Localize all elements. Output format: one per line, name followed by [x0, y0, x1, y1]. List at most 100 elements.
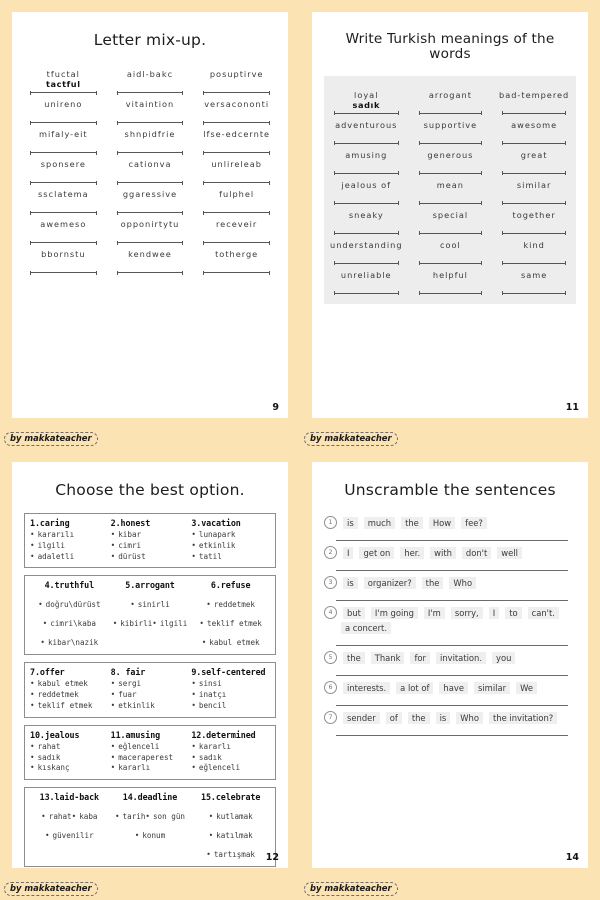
word-chip[interactable]: How: [428, 516, 456, 529]
answer-line[interactable]: [116, 270, 184, 275]
answer-line[interactable]: [30, 180, 97, 185]
option-item[interactable]: eğlenceli: [191, 763, 270, 774]
answer-line[interactable]: [116, 90, 184, 95]
answer-line[interactable]: [418, 111, 483, 116]
option-item[interactable]: rahat: [30, 742, 109, 753]
word-chip[interactable]: Thank: [370, 651, 405, 664]
answer-line[interactable]: [334, 141, 399, 146]
answer-line[interactable]: [203, 180, 270, 185]
word-chip[interactable]: interests.: [343, 681, 391, 694]
answer-text[interactable]: [26, 109, 101, 120]
word-chip[interactable]: a concert.: [341, 622, 391, 635]
answer-text[interactable]: [26, 139, 101, 150]
word-chip[interactable]: of: [385, 711, 402, 724]
word-chip[interactable]: the: [401, 516, 423, 529]
answer-text[interactable]: [26, 199, 101, 210]
answer-line[interactable]: [203, 270, 270, 275]
word-chip[interactable]: don't: [461, 546, 492, 559]
answer-text[interactable]: sadık: [330, 100, 403, 111]
word-chip[interactable]: fee?: [461, 516, 487, 529]
word-chip[interactable]: invitation.: [435, 651, 487, 664]
answer-text[interactable]: [199, 199, 274, 210]
answer-text[interactable]: [415, 160, 487, 171]
word-chip[interactable]: is: [343, 576, 358, 589]
answer-line[interactable]: [336, 600, 568, 602]
option-item[interactable]: güvenilir: [45, 831, 94, 842]
answer-line[interactable]: [418, 171, 483, 176]
answer-line[interactable]: [502, 111, 566, 116]
answer-text[interactable]: [199, 139, 274, 150]
answer-line[interactable]: [334, 111, 399, 116]
word-chip[interactable]: to: [505, 606, 522, 619]
answer-text[interactable]: [26, 259, 101, 270]
word-chip[interactable]: can't.: [527, 606, 559, 619]
answer-line[interactable]: [336, 735, 568, 737]
option-item[interactable]: etkinlik: [191, 541, 270, 552]
word-chip[interactable]: have: [439, 681, 468, 694]
answer-text[interactable]: [330, 160, 403, 171]
option-item[interactable]: dürüst: [111, 552, 190, 563]
answer-line[interactable]: [336, 705, 568, 707]
answer-line[interactable]: [418, 201, 483, 206]
answer-line[interactable]: [336, 675, 568, 677]
answer-line[interactable]: [30, 270, 97, 275]
word-chip[interactable]: well: [497, 546, 522, 559]
answer-line[interactable]: [502, 261, 566, 266]
option-item[interactable]: adaletli: [30, 552, 109, 563]
option-item[interactable]: kibar: [111, 530, 190, 541]
word-chip[interactable]: Who: [449, 576, 477, 589]
answer-line[interactable]: [502, 171, 566, 176]
word-chip[interactable]: We: [516, 681, 538, 694]
word-chip[interactable]: Who: [456, 711, 483, 724]
word-chip[interactable]: I: [343, 546, 354, 559]
option-item[interactable]: cimri: [111, 541, 190, 552]
option-item[interactable]: kararılı: [30, 530, 109, 541]
word-chip[interactable]: sender: [343, 711, 380, 724]
option-item[interactable]: rahat: [41, 812, 72, 823]
option-item[interactable]: sinirli: [130, 600, 170, 611]
option-item[interactable]: sergi: [111, 679, 190, 690]
word-chip[interactable]: you: [492, 651, 516, 664]
word-chip[interactable]: is: [435, 711, 451, 724]
word-chip[interactable]: but: [343, 606, 365, 619]
word-chip[interactable]: organizer?: [363, 576, 416, 589]
answer-text[interactable]: [199, 259, 274, 270]
option-item[interactable]: bencil: [191, 701, 270, 712]
word-chip[interactable]: the: [343, 651, 365, 664]
option-item[interactable]: sinsi: [191, 679, 270, 690]
answer-line[interactable]: [418, 261, 483, 266]
option-item[interactable]: tartışmak: [206, 850, 255, 861]
answer-line[interactable]: [418, 141, 483, 146]
option-item[interactable]: tatil: [191, 552, 270, 563]
answer-line[interactable]: [334, 261, 399, 266]
answer-text[interactable]: [113, 79, 188, 90]
word-chip[interactable]: is: [343, 516, 358, 529]
answer-text[interactable]: [498, 280, 570, 291]
answer-line[interactable]: [30, 240, 97, 245]
option-item[interactable]: teklif etmek: [30, 701, 109, 712]
answer-text[interactable]: [199, 169, 274, 180]
answer-text[interactable]: [415, 280, 487, 291]
answer-line[interactable]: [116, 150, 184, 155]
answer-line[interactable]: [30, 90, 97, 95]
option-item[interactable]: kutlamak: [209, 812, 253, 823]
answer-text[interactable]: [330, 190, 403, 201]
answer-text[interactable]: [498, 250, 570, 261]
answer-text[interactable]: [330, 220, 403, 231]
option-item[interactable]: kabul etmek: [30, 679, 109, 690]
option-item[interactable]: doğru\dürüst: [38, 600, 101, 611]
answer-text[interactable]: [113, 199, 188, 210]
answer-text[interactable]: [113, 139, 188, 150]
answer-text[interactable]: [199, 109, 274, 120]
answer-line[interactable]: [203, 90, 270, 95]
answer-text[interactable]: [26, 169, 101, 180]
option-item[interactable]: son gün: [145, 812, 185, 823]
option-item[interactable]: teklif etmek: [199, 619, 262, 630]
answer-text[interactable]: [415, 190, 487, 201]
answer-line[interactable]: [334, 171, 399, 176]
answer-line[interactable]: [336, 570, 568, 572]
word-chip[interactable]: get on: [359, 546, 395, 559]
option-item[interactable]: tarih: [115, 812, 146, 823]
option-item[interactable]: sadık: [30, 753, 109, 764]
word-chip[interactable]: I'm going: [370, 606, 418, 619]
